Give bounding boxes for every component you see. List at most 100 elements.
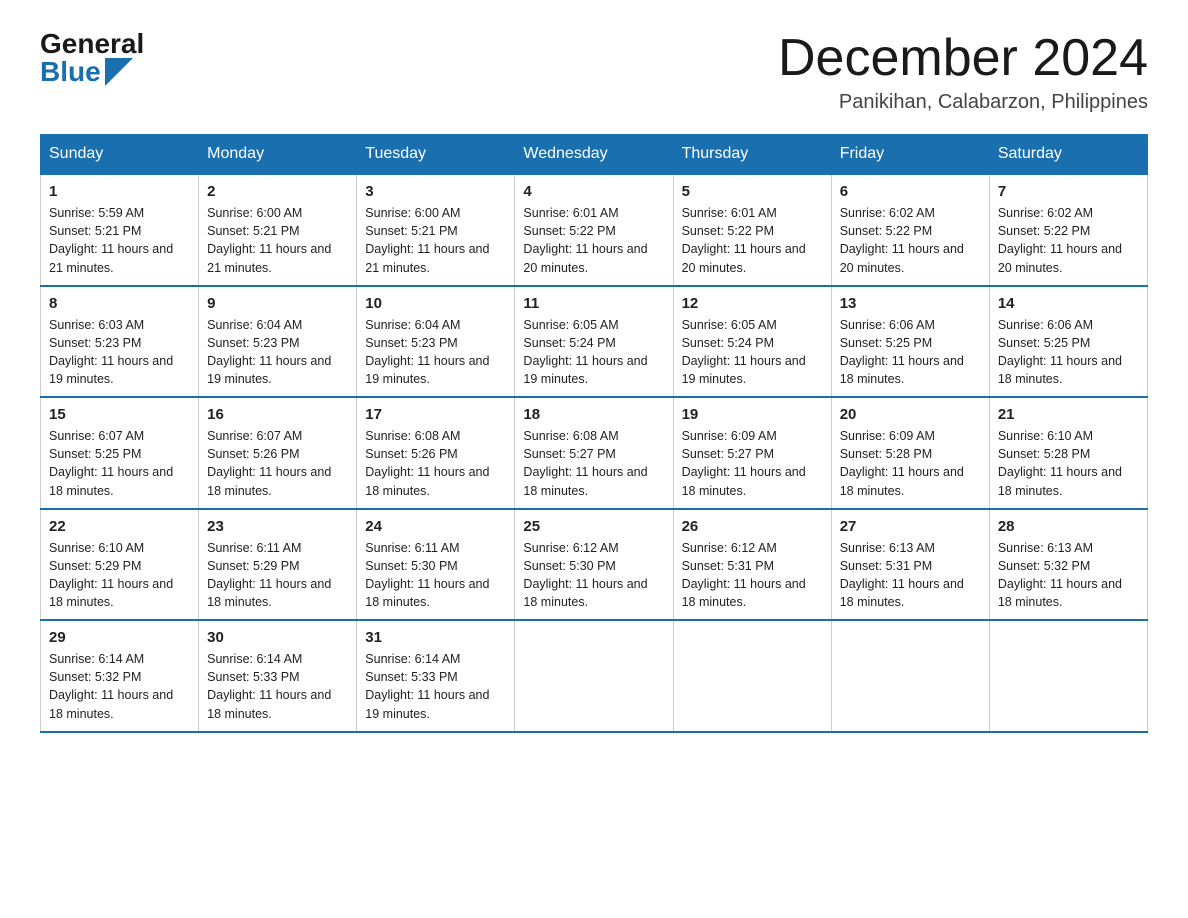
calendar-cell: 10 Sunrise: 6:04 AMSunset: 5:23 PMDaylig… — [357, 286, 515, 398]
day-number: 5 — [682, 183, 823, 200]
day-info: Sunrise: 6:12 AMSunset: 5:30 PMDaylight:… — [523, 539, 664, 612]
day-number: 26 — [682, 518, 823, 535]
day-info: Sunrise: 6:08 AMSunset: 5:27 PMDaylight:… — [523, 427, 664, 500]
calendar-header-sunday: Sunday — [41, 135, 199, 175]
calendar-week-row: 22 Sunrise: 6:10 AMSunset: 5:29 PMDaylig… — [41, 509, 1148, 621]
day-info: Sunrise: 6:00 AMSunset: 5:21 PMDaylight:… — [207, 204, 348, 277]
calendar-cell: 6 Sunrise: 6:02 AMSunset: 5:22 PMDayligh… — [831, 174, 989, 286]
day-info: Sunrise: 6:08 AMSunset: 5:26 PMDaylight:… — [365, 427, 506, 500]
day-info: Sunrise: 6:09 AMSunset: 5:27 PMDaylight:… — [682, 427, 823, 500]
calendar-cell — [831, 620, 989, 732]
day-number: 18 — [523, 406, 664, 423]
calendar-week-row: 29 Sunrise: 6:14 AMSunset: 5:32 PMDaylig… — [41, 620, 1148, 732]
calendar-cell: 1 Sunrise: 5:59 AMSunset: 5:21 PMDayligh… — [41, 174, 199, 286]
day-number: 3 — [365, 183, 506, 200]
day-number: 4 — [523, 183, 664, 200]
day-info: Sunrise: 6:13 AMSunset: 5:32 PMDaylight:… — [998, 539, 1139, 612]
day-info: Sunrise: 5:59 AMSunset: 5:21 PMDaylight:… — [49, 204, 190, 277]
calendar-cell: 17 Sunrise: 6:08 AMSunset: 5:26 PMDaylig… — [357, 397, 515, 509]
calendar-cell: 3 Sunrise: 6:00 AMSunset: 5:21 PMDayligh… — [357, 174, 515, 286]
day-info: Sunrise: 6:06 AMSunset: 5:25 PMDaylight:… — [840, 316, 981, 389]
day-info: Sunrise: 6:04 AMSunset: 5:23 PMDaylight:… — [207, 316, 348, 389]
calendar-cell: 23 Sunrise: 6:11 AMSunset: 5:29 PMDaylig… — [199, 509, 357, 621]
day-number: 9 — [207, 295, 348, 312]
day-number: 6 — [840, 183, 981, 200]
day-info: Sunrise: 6:10 AMSunset: 5:29 PMDaylight:… — [49, 539, 190, 612]
day-info: Sunrise: 6:11 AMSunset: 5:29 PMDaylight:… — [207, 539, 348, 612]
calendar-cell: 28 Sunrise: 6:13 AMSunset: 5:32 PMDaylig… — [989, 509, 1147, 621]
day-number: 17 — [365, 406, 506, 423]
calendar-cell: 30 Sunrise: 6:14 AMSunset: 5:33 PMDaylig… — [199, 620, 357, 732]
day-info: Sunrise: 6:06 AMSunset: 5:25 PMDaylight:… — [998, 316, 1139, 389]
day-number: 7 — [998, 183, 1139, 200]
calendar-cell: 8 Sunrise: 6:03 AMSunset: 5:23 PMDayligh… — [41, 286, 199, 398]
day-number: 29 — [49, 629, 190, 646]
calendar-week-row: 15 Sunrise: 6:07 AMSunset: 5:25 PMDaylig… — [41, 397, 1148, 509]
day-number: 1 — [49, 183, 190, 200]
calendar-cell — [673, 620, 831, 732]
day-info: Sunrise: 6:14 AMSunset: 5:33 PMDaylight:… — [365, 650, 506, 723]
day-info: Sunrise: 6:02 AMSunset: 5:22 PMDaylight:… — [840, 204, 981, 277]
calendar-cell: 29 Sunrise: 6:14 AMSunset: 5:32 PMDaylig… — [41, 620, 199, 732]
calendar-cell: 20 Sunrise: 6:09 AMSunset: 5:28 PMDaylig… — [831, 397, 989, 509]
calendar-cell: 24 Sunrise: 6:11 AMSunset: 5:30 PMDaylig… — [357, 509, 515, 621]
calendar-cell: 12 Sunrise: 6:05 AMSunset: 5:24 PMDaylig… — [673, 286, 831, 398]
day-info: Sunrise: 6:00 AMSunset: 5:21 PMDaylight:… — [365, 204, 506, 277]
day-number: 13 — [840, 295, 981, 312]
calendar-cell: 16 Sunrise: 6:07 AMSunset: 5:26 PMDaylig… — [199, 397, 357, 509]
day-number: 2 — [207, 183, 348, 200]
logo-triangle-icon — [105, 58, 133, 86]
day-number: 8 — [49, 295, 190, 312]
calendar-cell: 9 Sunrise: 6:04 AMSunset: 5:23 PMDayligh… — [199, 286, 357, 398]
day-info: Sunrise: 6:01 AMSunset: 5:22 PMDaylight:… — [682, 204, 823, 277]
calendar-header-wednesday: Wednesday — [515, 135, 673, 175]
calendar-table: SundayMondayTuesdayWednesdayThursdayFrid… — [40, 134, 1148, 733]
calendar-header-monday: Monday — [199, 135, 357, 175]
logo-general-text: General — [40, 30, 144, 58]
day-info: Sunrise: 6:11 AMSunset: 5:30 PMDaylight:… — [365, 539, 506, 612]
day-info: Sunrise: 6:07 AMSunset: 5:26 PMDaylight:… — [207, 427, 348, 500]
day-number: 10 — [365, 295, 506, 312]
month-title: December 2024 — [778, 30, 1148, 87]
calendar-cell — [515, 620, 673, 732]
calendar-week-row: 1 Sunrise: 5:59 AMSunset: 5:21 PMDayligh… — [41, 174, 1148, 286]
day-info: Sunrise: 6:14 AMSunset: 5:33 PMDaylight:… — [207, 650, 348, 723]
day-info: Sunrise: 6:01 AMSunset: 5:22 PMDaylight:… — [523, 204, 664, 277]
day-info: Sunrise: 6:09 AMSunset: 5:28 PMDaylight:… — [840, 427, 981, 500]
day-number: 30 — [207, 629, 348, 646]
day-info: Sunrise: 6:10 AMSunset: 5:28 PMDaylight:… — [998, 427, 1139, 500]
day-number: 28 — [998, 518, 1139, 535]
day-info: Sunrise: 6:02 AMSunset: 5:22 PMDaylight:… — [998, 204, 1139, 277]
page-header: General Blue December 2024 Panikihan, Ca… — [40, 30, 1148, 114]
day-info: Sunrise: 6:13 AMSunset: 5:31 PMDaylight:… — [840, 539, 981, 612]
day-number: 14 — [998, 295, 1139, 312]
calendar-cell: 7 Sunrise: 6:02 AMSunset: 5:22 PMDayligh… — [989, 174, 1147, 286]
calendar-header-saturday: Saturday — [989, 135, 1147, 175]
day-info: Sunrise: 6:14 AMSunset: 5:32 PMDaylight:… — [49, 650, 190, 723]
calendar-cell: 27 Sunrise: 6:13 AMSunset: 5:31 PMDaylig… — [831, 509, 989, 621]
day-info: Sunrise: 6:03 AMSunset: 5:23 PMDaylight:… — [49, 316, 190, 389]
calendar-cell: 22 Sunrise: 6:10 AMSunset: 5:29 PMDaylig… — [41, 509, 199, 621]
calendar-cell: 5 Sunrise: 6:01 AMSunset: 5:22 PMDayligh… — [673, 174, 831, 286]
calendar-header-thursday: Thursday — [673, 135, 831, 175]
day-info: Sunrise: 6:12 AMSunset: 5:31 PMDaylight:… — [682, 539, 823, 612]
day-info: Sunrise: 6:05 AMSunset: 5:24 PMDaylight:… — [682, 316, 823, 389]
day-number: 11 — [523, 295, 664, 312]
day-number: 19 — [682, 406, 823, 423]
calendar-cell: 18 Sunrise: 6:08 AMSunset: 5:27 PMDaylig… — [515, 397, 673, 509]
day-info: Sunrise: 6:07 AMSunset: 5:25 PMDaylight:… — [49, 427, 190, 500]
location-text: Panikihan, Calabarzon, Philippines — [778, 91, 1148, 114]
day-number: 16 — [207, 406, 348, 423]
calendar-cell: 15 Sunrise: 6:07 AMSunset: 5:25 PMDaylig… — [41, 397, 199, 509]
calendar-cell: 26 Sunrise: 6:12 AMSunset: 5:31 PMDaylig… — [673, 509, 831, 621]
day-number: 22 — [49, 518, 190, 535]
day-number: 12 — [682, 295, 823, 312]
day-number: 27 — [840, 518, 981, 535]
calendar-cell: 31 Sunrise: 6:14 AMSunset: 5:33 PMDaylig… — [357, 620, 515, 732]
day-number: 15 — [49, 406, 190, 423]
calendar-header-row: SundayMondayTuesdayWednesdayThursdayFrid… — [41, 135, 1148, 175]
title-block: December 2024 Panikihan, Calabarzon, Phi… — [778, 30, 1148, 114]
day-number: 23 — [207, 518, 348, 535]
logo: General Blue — [40, 30, 144, 86]
calendar-cell: 19 Sunrise: 6:09 AMSunset: 5:27 PMDaylig… — [673, 397, 831, 509]
